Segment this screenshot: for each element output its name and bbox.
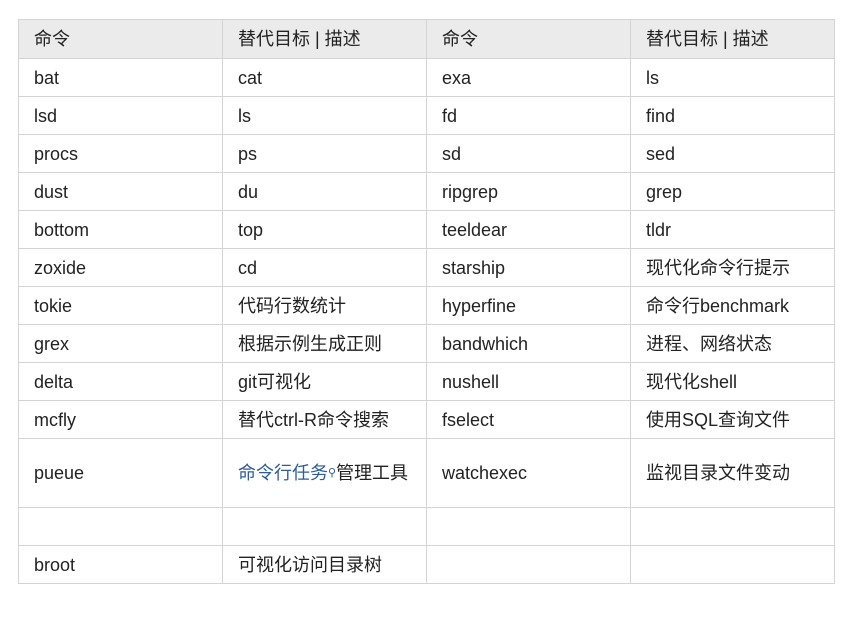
table-cell: sed — [630, 134, 835, 173]
table-cell: 根据示例生成正则 — [222, 324, 427, 363]
search-icon: ⚲ — [328, 467, 337, 479]
table-row: pueue 命令行任务⚲管理工具 watchexec 监视目录文件变动 — [18, 438, 835, 508]
table-cell: 监视目录文件变动 — [630, 438, 835, 508]
table-row: mcfly 替代ctrl-R命令搜索 fselect 使用SQL查询文件 — [18, 400, 835, 439]
table-cell: hyperfine — [426, 286, 631, 325]
table-row: broot 可视化访问目录树 — [18, 545, 835, 584]
table-cell: du — [222, 172, 427, 211]
table-cell: fd — [426, 96, 631, 135]
table-cell: watchexec — [426, 438, 631, 508]
table-cell — [426, 545, 631, 584]
table-cell: bottom — [18, 210, 223, 249]
column-header: 替代目标 | 描述 — [630, 19, 835, 59]
table-row: dust du ripgrep grep — [18, 172, 835, 211]
table-cell: 命令行任务⚲管理工具 — [222, 438, 427, 508]
table-cell — [426, 507, 631, 546]
table-row: delta git可视化 nushell 现代化shell — [18, 362, 835, 401]
table-cell: 命令行benchmark — [630, 286, 835, 325]
table-cell: ls — [630, 58, 835, 97]
table-cell: fselect — [426, 400, 631, 439]
table-cell: pueue — [18, 438, 223, 508]
column-header: 命令 — [18, 19, 223, 59]
table-row: grex 根据示例生成正则 bandwhich 进程、网络状态 — [18, 324, 835, 363]
table-row: tokie 代码行数统计 hyperfine 命令行benchmark — [18, 286, 835, 325]
column-header: 命令 — [426, 19, 631, 59]
table-cell: delta — [18, 362, 223, 401]
task-link[interactable]: 命令行任务 — [238, 463, 328, 483]
table-cell: 使用SQL查询文件 — [630, 400, 835, 439]
table-cell: exa — [426, 58, 631, 97]
table-row: zoxide cd starship 现代化命令行提示 — [18, 248, 835, 287]
table-cell: grex — [18, 324, 223, 363]
command-table: 命令 替代目标 | 描述 命令 替代目标 | 描述 bat cat exa ls lsd ls f… — [18, 19, 835, 584]
table-row: lsd ls fd find — [18, 96, 835, 135]
table-cell: ls — [222, 96, 427, 135]
table-cell: cd — [222, 248, 427, 287]
header-row: 命令 替代目标 | 描述 命令 替代目标 | 描述 — [18, 19, 835, 59]
table-cell: tokie — [18, 286, 223, 325]
table-row — [18, 507, 835, 546]
table-cell — [222, 507, 427, 546]
table-row: bottom top teeldear tldr — [18, 210, 835, 249]
table-cell: lsd — [18, 96, 223, 135]
table-cell: bat — [18, 58, 223, 97]
table-row: procs ps sd sed — [18, 134, 835, 173]
table-cell: 现代化shell — [630, 362, 835, 401]
table-cell: broot — [18, 545, 223, 584]
table-cell: grep — [630, 172, 835, 211]
table-cell: procs — [18, 134, 223, 173]
table-cell: ps — [222, 134, 427, 173]
table-cell — [630, 507, 835, 546]
table-cell: teeldear — [426, 210, 631, 249]
table-cell: 现代化命令行提示 — [630, 248, 835, 287]
table-cell: git可视化 — [222, 362, 427, 401]
table-cell: bandwhich — [426, 324, 631, 363]
table-cell: top — [222, 210, 427, 249]
table-cell: sd — [426, 134, 631, 173]
table-cell — [18, 507, 223, 546]
column-header: 替代目标 | 描述 — [222, 19, 427, 59]
table-cell: ripgrep — [426, 172, 631, 211]
table-cell — [630, 545, 835, 584]
table-cell: find — [630, 96, 835, 135]
table-cell: cat — [222, 58, 427, 97]
table-cell: 可视化访问目录树 — [222, 545, 427, 584]
table-cell: 替代ctrl-R命令搜索 — [222, 400, 427, 439]
table-cell: nushell — [426, 362, 631, 401]
desc-text: 管理工具 — [336, 463, 409, 483]
table-cell: 代码行数统计 — [222, 286, 427, 325]
table-row: bat cat exa ls — [18, 58, 835, 97]
table-cell: tldr — [630, 210, 835, 249]
table-cell: mcfly — [18, 400, 223, 439]
table-cell: zoxide — [18, 248, 223, 287]
table-cell: 进程、网络状态 — [630, 324, 835, 363]
table-cell: starship — [426, 248, 631, 287]
table-cell: dust — [18, 172, 223, 211]
